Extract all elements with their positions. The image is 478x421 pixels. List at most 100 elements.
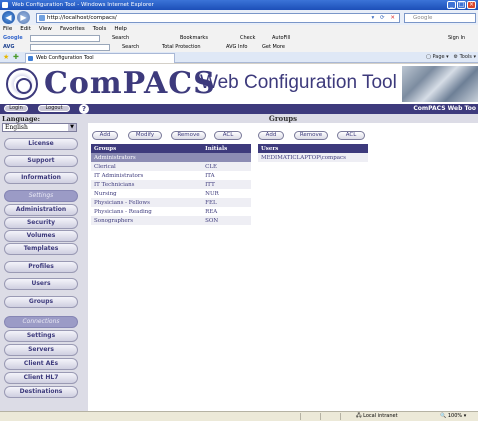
menu-file[interactable]: File: [3, 25, 12, 34]
user-acl-button[interactable]: ACL: [337, 131, 365, 140]
table-header: Groups Initials: [91, 144, 251, 153]
compacs-seal-logo: [6, 68, 38, 100]
chevron-down-icon[interactable]: ▼: [68, 124, 76, 131]
help-icon[interactable]: ?: [79, 104, 89, 114]
table-row[interactable]: IT Administrators ITA: [91, 171, 251, 180]
avg-search-button[interactable]: Search: [122, 43, 139, 52]
google-search-input[interactable]: [30, 35, 100, 42]
nav-section-settings: Settings: [4, 190, 78, 202]
command-bar: ▢ Page ▾ ⚙ Tools ▾: [426, 52, 476, 62]
address-text: http://localhost/compacs/: [47, 15, 117, 21]
page-icon: [39, 15, 45, 21]
nav-destinations[interactable]: Destinations: [4, 386, 78, 398]
menu-tools[interactable]: Tools: [93, 25, 107, 34]
bookmarks-button[interactable]: Bookmarks: [180, 34, 208, 43]
maximize-button[interactable]: □: [457, 1, 466, 9]
banner-image: [402, 66, 478, 102]
table-row[interactable]: Physicians - Fellows FEL: [91, 198, 251, 207]
language-select[interactable]: English ▼: [2, 123, 77, 132]
sidebar: Language: English ▼ License Support Info…: [0, 114, 88, 411]
nav-security[interactable]: Security: [4, 217, 78, 229]
google-search-button[interactable]: Search: [112, 34, 129, 43]
ie-icon: [2, 2, 8, 8]
tab-row: ★ ✚ Web Configuration Tool ▢ Page ▾ ⚙ To…: [0, 52, 478, 63]
tools-menu[interactable]: ⚙ Tools ▾: [453, 54, 476, 60]
close-button[interactable]: ×: [467, 1, 476, 9]
autofill-button[interactable]: AutoFill: [272, 34, 290, 43]
total-protection-button[interactable]: Total Protection: [162, 43, 201, 52]
nav-client-aes[interactable]: Client AEs: [4, 358, 78, 370]
back-button[interactable]: ◀: [2, 11, 15, 24]
login-button[interactable]: Login: [4, 105, 28, 112]
nav-license[interactable]: License: [4, 138, 78, 150]
logout-button[interactable]: Logout: [38, 105, 70, 112]
check-button[interactable]: Check: [240, 34, 255, 43]
table-row[interactable]: MEDIMATICLAPTOP\compacs: [258, 153, 368, 162]
browser-tab[interactable]: Web Configuration Tool: [25, 53, 175, 63]
language-label: Language:: [2, 115, 41, 123]
nav-users[interactable]: Users: [4, 278, 78, 290]
window-controls: _ □ ×: [447, 1, 476, 9]
menu-favorites[interactable]: Favorites: [60, 25, 85, 34]
column-header: Users: [258, 144, 368, 153]
compacs-logo-text: ComPACS: [44, 66, 216, 101]
table-row[interactable]: Physicians - Reading REA: [91, 207, 251, 216]
group-acl-button[interactable]: ACL: [214, 131, 242, 140]
nav-templates[interactable]: Templates: [4, 243, 78, 255]
security-zone: 🖧 Local intranet: [356, 413, 398, 419]
menu-help[interactable]: Help: [114, 25, 127, 34]
nav-administration[interactable]: Administration: [4, 204, 78, 216]
menu-bar: File Edit View Favorites Tools Help: [0, 25, 478, 34]
table-row[interactable]: Nursing NUR: [91, 189, 251, 198]
nav-volumes[interactable]: Volumes: [4, 230, 78, 242]
add-user-button[interactable]: Add: [258, 131, 284, 140]
nav-section-connections: Connections: [4, 316, 78, 328]
menu-view[interactable]: View: [39, 25, 52, 34]
banner: ComPACS Web Configuration Tool: [0, 64, 478, 104]
remove-user-button[interactable]: Remove: [294, 131, 328, 140]
forward-button[interactable]: ▶: [17, 11, 30, 24]
menu-edit[interactable]: Edit: [20, 25, 31, 34]
browser-search-input[interactable]: Google: [404, 13, 476, 23]
table-header: Users: [258, 144, 368, 153]
avg-info-button[interactable]: AVG Info: [226, 43, 247, 52]
address-input[interactable]: http://localhost/compacs/ ▾ ⟳ ✕: [36, 13, 400, 23]
groups-table: Groups Initials Administrators Clerical …: [91, 144, 251, 225]
remove-group-button[interactable]: Remove: [171, 131, 206, 140]
column-header: Initials: [202, 144, 251, 153]
add-favorite-icon[interactable]: ✚: [13, 54, 19, 61]
table-row[interactable]: Clerical CLE: [91, 162, 251, 171]
page-menu[interactable]: ▢ Page ▾: [426, 54, 449, 60]
signin-button[interactable]: Sign In: [448, 34, 465, 43]
header-product-label: ComPACS Web Too: [413, 105, 476, 112]
zoom-level[interactable]: 🔍 100% ▾: [440, 412, 466, 421]
nav-support[interactable]: Support: [4, 155, 78, 167]
window-title-bar: Web Configuration Tool - Windows Interne…: [0, 0, 478, 10]
minimize-button[interactable]: _: [447, 1, 456, 9]
address-row: ◀ ▶ http://localhost/compacs/ ▾ ⟳ ✕ Goog…: [0, 10, 478, 25]
banner-title: Web Configuration Tool: [200, 72, 397, 93]
window-title: Web Configuration Tool - Windows Interne…: [12, 2, 154, 8]
nav-settings[interactable]: Settings: [4, 330, 78, 342]
add-group-button[interactable]: Add: [92, 131, 118, 140]
table-row[interactable]: Sonographers SON: [91, 216, 251, 225]
google-toolbar: Google Search Bookmarks Check AutoFill S…: [0, 34, 478, 43]
modify-group-button[interactable]: Modify: [128, 131, 162, 140]
get-more-button[interactable]: Get More: [262, 43, 285, 52]
page-content: ComPACS Web Configuration Tool Login Log…: [0, 64, 478, 411]
favorites-star-icon[interactable]: ★: [3, 54, 9, 61]
nav-client-hl7[interactable]: Client HL7: [4, 372, 78, 384]
nav-servers[interactable]: Servers: [4, 344, 78, 356]
nav-information[interactable]: Information: [4, 172, 78, 184]
header-bar: Login Logout ? ComPACS Web Too: [0, 104, 478, 114]
nav-groups[interactable]: Groups: [4, 296, 78, 308]
address-actions[interactable]: ▾ ⟳ ✕: [372, 14, 397, 22]
table-row[interactable]: Administrators: [91, 153, 251, 162]
users-table: Users MEDIMATICLAPTOP\compacs: [258, 144, 368, 162]
avg-search-input[interactable]: [30, 44, 110, 51]
page-title: Groups: [88, 114, 478, 123]
column-header: Groups: [91, 144, 203, 153]
nav-profiles[interactable]: Profiles: [4, 261, 78, 273]
table-row[interactable]: IT Technicians ITT: [91, 180, 251, 189]
avg-logo: AVG: [3, 44, 15, 50]
